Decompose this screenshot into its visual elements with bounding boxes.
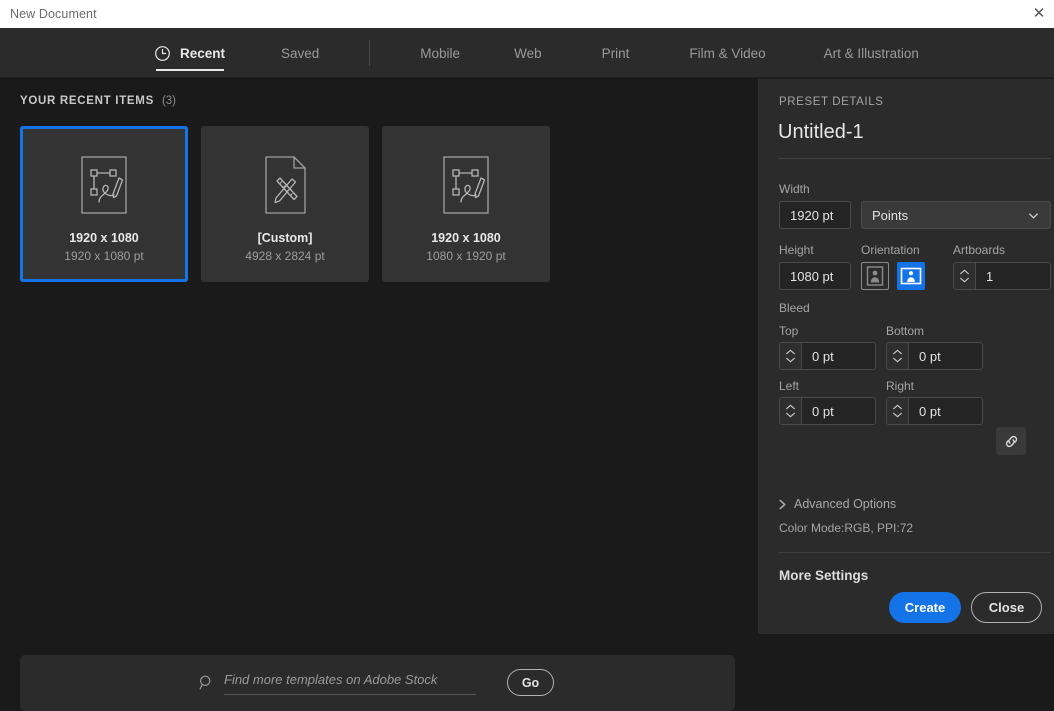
bleed-top-label: Top — [779, 324, 799, 338]
bleed-right-stepper[interactable]: 0 pt — [886, 397, 983, 425]
recent-items-panel: YOUR RECENT ITEMS (3) 1920 x 1080 1920 x… — [0, 79, 758, 711]
go-button[interactable]: Go — [507, 669, 554, 696]
bleed-top-stepper[interactable]: 0 pt — [779, 342, 876, 370]
bleed-left-stepper[interactable]: 0 pt — [779, 397, 876, 425]
stepper-arrows[interactable] — [887, 343, 909, 369]
width-input[interactable]: 1920 pt — [779, 201, 851, 229]
link-icon[interactable] — [996, 427, 1026, 455]
recent-item-label: [Custom] — [257, 231, 313, 245]
bleed-left-label: Left — [779, 379, 800, 393]
tab-label: Saved — [281, 45, 320, 61]
height-input[interactable]: 1080 pt — [779, 262, 851, 290]
recent-items-title: YOUR RECENT ITEMS — [20, 95, 154, 107]
search-input[interactable]: Find more templates on Adobe Stock — [224, 671, 476, 695]
tab-label: Web — [514, 45, 542, 61]
units-value: Points — [872, 207, 909, 223]
tab-label: Print — [601, 45, 630, 61]
preset-details-heading: PRESET DETAILS — [779, 96, 884, 108]
close-button[interactable]: Close — [971, 592, 1042, 623]
stock-search-panel: Find more templates on Adobe Stock Go — [20, 655, 735, 711]
tab-bar: Recent Saved Mobile Web Print Film & Vid… — [0, 28, 1054, 78]
tab-art-and-illustration[interactable]: Art & Illustration — [818, 28, 925, 78]
recent-item-label: 1920 x 1080 — [69, 231, 139, 245]
recent-item-dimensions: 4928 x 2824 pt — [245, 249, 325, 263]
tab-label: Art & Illustration — [823, 45, 919, 61]
tab-list: Recent Saved Mobile Web Print Film & Vid… — [148, 28, 925, 78]
tab-saved[interactable]: Saved — [275, 28, 325, 78]
recent-item-dimensions: 1080 x 1920 pt — [426, 249, 506, 263]
tab-label: Recent — [180, 45, 226, 61]
close-icon[interactable]: ✕ — [1026, 0, 1052, 26]
search-placeholder: Find more templates on Adobe Stock — [224, 671, 438, 687]
tab-divider — [369, 40, 371, 66]
bleed-top-value[interactable]: 0 pt — [802, 343, 875, 369]
tab-label: Mobile — [420, 45, 461, 61]
advanced-options-label: Advanced Options — [794, 497, 897, 511]
recent-items-header: YOUR RECENT ITEMS (3) — [20, 95, 176, 107]
width-label: Width — [779, 182, 810, 196]
advanced-options-toggle[interactable]: Advanced Options — [778, 497, 896, 511]
recent-item-card[interactable]: 1920 x 1080 1080 x 1920 pt — [382, 126, 550, 282]
artboards-stepper[interactable]: 1 — [953, 262, 1051, 290]
bleed-label: Bleed — [779, 301, 810, 315]
clock-icon — [154, 45, 171, 62]
stepper-arrows[interactable] — [780, 398, 802, 424]
bleed-bottom-label: Bottom — [886, 324, 925, 338]
recent-items-count: (3) — [161, 95, 176, 107]
bleed-right-value[interactable]: 0 pt — [909, 398, 982, 424]
tab-print[interactable]: Print — [596, 28, 636, 78]
active-tab-indicator — [155, 69, 224, 71]
artboard-vector-icon — [77, 154, 131, 216]
chevron-down-icon — [1027, 209, 1040, 222]
create-button[interactable]: Create — [889, 592, 961, 623]
panel-divider — [779, 552, 1051, 553]
color-mode-info: Color Mode:RGB, PPI:72 — [779, 521, 914, 535]
height-label: Height — [779, 243, 814, 257]
tab-recent[interactable]: Recent — [148, 28, 231, 78]
units-select[interactable]: Points — [861, 201, 1051, 229]
stock-search-row: Find more templates on Adobe Stock Go — [198, 669, 554, 696]
orientation-label: Orientation — [861, 243, 920, 257]
stepper-arrows[interactable] — [780, 343, 802, 369]
search-icon — [198, 674, 215, 691]
recent-item-card[interactable]: [Custom] 4928 x 2824 pt — [201, 126, 369, 282]
bleed-left-value[interactable]: 0 pt — [802, 398, 875, 424]
stepper-arrows[interactable] — [954, 263, 976, 289]
tab-web[interactable]: Web — [508, 28, 548, 78]
stepper-arrows[interactable] — [887, 398, 909, 424]
window-titlebar: New Document ✕ — [0, 0, 1054, 28]
recent-items-grid: 1920 x 1080 1920 x 1080 pt [Custom] 4928… — [20, 126, 550, 282]
artboard-vector-icon — [439, 154, 493, 216]
recent-item-label: 1920 x 1080 — [431, 231, 501, 245]
artboards-label: Artboards — [953, 243, 1006, 257]
more-settings-button[interactable]: More Settings — [779, 568, 868, 583]
document-tools-icon — [258, 154, 312, 216]
panel-divider — [779, 158, 1051, 159]
portrait-orientation-icon[interactable] — [861, 262, 889, 290]
tab-label: Film & Video — [689, 45, 766, 61]
window-title: New Document — [10, 7, 97, 21]
bleed-bottom-value[interactable]: 0 pt — [909, 343, 982, 369]
tab-mobile[interactable]: Mobile — [414, 28, 466, 78]
tab-film-and-video[interactable]: Film & Video — [683, 28, 771, 78]
recent-item-card[interactable]: 1920 x 1080 1920 x 1080 pt — [20, 126, 188, 282]
preset-name-input[interactable]: Untitled-1 — [778, 121, 864, 144]
chevron-right-icon — [778, 499, 787, 510]
bleed-bottom-stepper[interactable]: 0 pt — [886, 342, 983, 370]
bleed-right-label: Right — [886, 379, 915, 393]
recent-item-dimensions: 1920 x 1080 pt — [64, 249, 144, 263]
preset-details-panel: PRESET DETAILS Untitled-1 Width 1920 pt … — [758, 79, 1054, 634]
artboards-value[interactable]: 1 — [976, 263, 1050, 289]
landscape-orientation-icon[interactable] — [897, 262, 925, 290]
